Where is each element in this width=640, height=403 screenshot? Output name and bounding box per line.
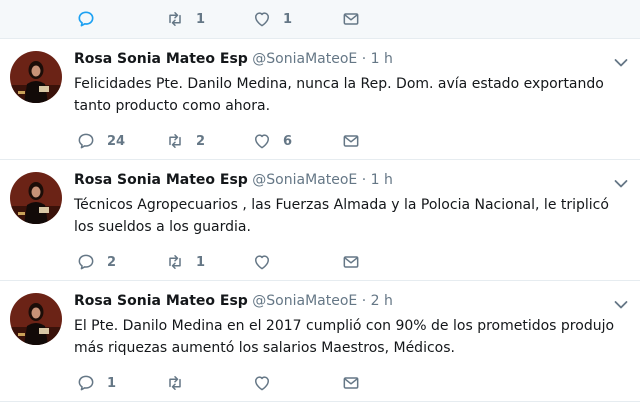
like-button[interactable]: 1 bbox=[252, 9, 292, 29]
retweet-button[interactable]: 1 bbox=[165, 252, 205, 272]
reply-button[interactable]: 24 bbox=[76, 131, 125, 151]
direct-message-button[interactable] bbox=[341, 9, 361, 29]
like-count: 6 bbox=[283, 133, 293, 149]
heart-icon bbox=[252, 9, 272, 29]
retweet-count: 1 bbox=[196, 254, 206, 270]
envelope-icon bbox=[341, 252, 361, 272]
reply-button[interactable]: 2 bbox=[76, 252, 116, 272]
action-bar: 1 bbox=[0, 281, 640, 401]
tweet[interactable]: Rosa Sonia Mateo Esp @SoniaMateoE · 1 h … bbox=[0, 160, 640, 281]
retweet-button[interactable]: 1 bbox=[165, 9, 205, 29]
like-button[interactable]: 6 bbox=[252, 131, 292, 151]
heart-icon bbox=[252, 252, 272, 272]
action-bar: 2 1 bbox=[0, 160, 640, 280]
action-bar: 24 2 6 bbox=[0, 39, 640, 159]
direct-message-button[interactable] bbox=[341, 252, 361, 272]
retweet-count: 2 bbox=[196, 133, 206, 149]
envelope-icon bbox=[341, 373, 361, 393]
reply-button[interactable]: 1 bbox=[76, 373, 116, 393]
action-bar: 1 1 bbox=[0, 0, 640, 38]
reply-icon bbox=[76, 9, 96, 29]
heart-icon bbox=[252, 131, 272, 151]
direct-message-button[interactable] bbox=[341, 373, 361, 393]
reply-icon bbox=[76, 252, 96, 272]
heart-icon bbox=[252, 373, 272, 393]
reply-button[interactable] bbox=[76, 9, 107, 29]
previous-tweet-actions: 1 1 bbox=[0, 0, 640, 39]
retweet-count: 1 bbox=[196, 11, 206, 27]
retweet-icon bbox=[165, 9, 185, 29]
reply-icon bbox=[76, 373, 96, 393]
like-button[interactable] bbox=[252, 252, 283, 272]
retweet-icon bbox=[165, 252, 185, 272]
reply-count: 2 bbox=[107, 254, 117, 270]
tweet[interactable]: Rosa Sonia Mateo Esp @SoniaMateoE · 1 h … bbox=[0, 39, 640, 160]
reply-count: 24 bbox=[107, 133, 126, 149]
retweet-icon bbox=[165, 373, 185, 393]
reply-icon bbox=[76, 131, 96, 151]
tweet[interactable]: Rosa Sonia Mateo Esp @SoniaMateoE · 2 h … bbox=[0, 281, 640, 402]
retweet-button[interactable] bbox=[165, 373, 196, 393]
retweet-button[interactable]: 2 bbox=[165, 131, 205, 151]
envelope-icon bbox=[341, 131, 361, 151]
direct-message-button[interactable] bbox=[341, 131, 361, 151]
retweet-icon bbox=[165, 131, 185, 151]
like-button[interactable] bbox=[252, 373, 283, 393]
like-count: 1 bbox=[283, 11, 293, 27]
envelope-icon bbox=[341, 9, 361, 29]
reply-count: 1 bbox=[107, 375, 117, 391]
